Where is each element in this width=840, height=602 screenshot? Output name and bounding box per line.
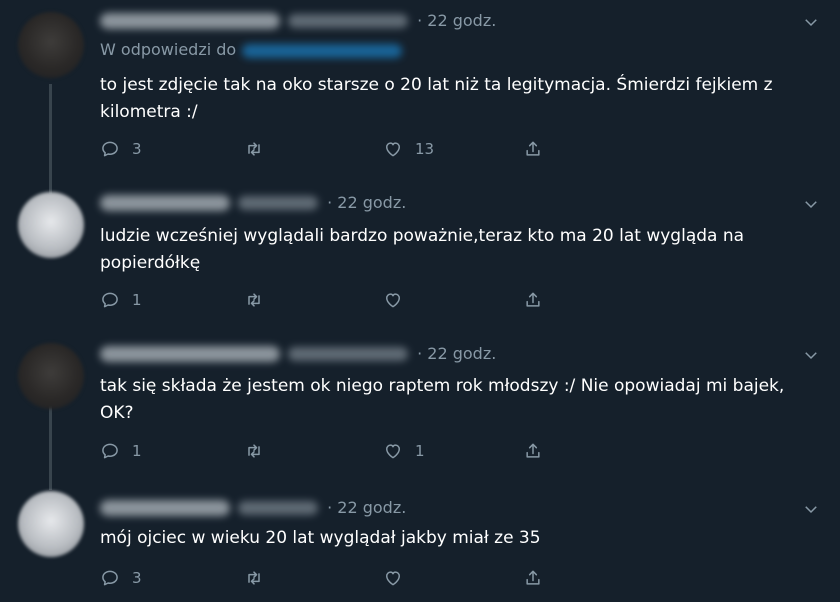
chevron-down-icon[interactable]: [802, 500, 820, 518]
author-name[interactable]: [100, 194, 230, 211]
author-handle[interactable]: [238, 500, 318, 515]
chevron-down-icon[interactable]: [802, 13, 820, 31]
reply-count: 1: [132, 291, 142, 309]
heart-icon: [386, 142, 400, 157]
author-name[interactable]: [100, 499, 230, 516]
tweet-time[interactable]: · 22 godz.: [327, 193, 406, 212]
tweet[interactable]: · 22 godz. tak się składa że jestem ok n…: [0, 335, 840, 485]
reply-count: 1: [132, 442, 142, 460]
tweet-text: ludzie wcześniej wyglądali bardzo poważn…: [100, 226, 745, 273]
like-button[interactable]: [383, 287, 415, 313]
share-button[interactable]: [523, 438, 543, 464]
share-button[interactable]: [523, 565, 543, 591]
avatar[interactable]: [18, 192, 84, 258]
tweet[interactable]: · 22 godz. ludzie wcześniej wyglądali ba…: [0, 180, 840, 335]
retweet-icon: [248, 142, 260, 156]
retweet-button[interactable]: [244, 136, 276, 162]
reply-icon: [102, 570, 118, 586]
tweet-time[interactable]: · 22 godz.: [417, 344, 496, 363]
reply-button[interactable]: 3: [100, 136, 142, 162]
avatar[interactable]: [18, 491, 84, 557]
retweet-icon: [248, 571, 260, 585]
retweet-icon: [248, 444, 260, 458]
share-icon: [526, 141, 540, 156]
reply-icon: [102, 292, 118, 308]
share-button[interactable]: [523, 136, 543, 162]
chevron-down-icon[interactable]: [802, 346, 820, 364]
tweet-text: tak się składa że jestem ok niego raptem…: [100, 376, 785, 423]
heart-icon: [386, 444, 400, 459]
avatar[interactable]: [18, 12, 84, 78]
reply-icon: [102, 443, 118, 459]
like-button[interactable]: 1: [383, 438, 425, 464]
author-name[interactable]: [100, 345, 280, 362]
share-icon: [526, 292, 540, 307]
author-handle[interactable]: [288, 346, 408, 361]
share-icon: [526, 570, 540, 585]
like-button[interactable]: 13: [383, 136, 434, 162]
tweet[interactable]: · 22 godz. mój ojciec w wieku 20 lat wyg…: [0, 485, 840, 602]
reply-context: W odpowiedzi do: [100, 40, 403, 59]
reply-button[interactable]: 1: [100, 287, 142, 313]
share-button[interactable]: [523, 287, 543, 313]
retweet-icon: [248, 293, 260, 307]
reply-count: 3: [132, 569, 142, 587]
share-icon: [526, 443, 540, 458]
avatar[interactable]: [18, 343, 84, 409]
reply-button[interactable]: 3: [100, 565, 142, 591]
tweet-text: mój ojciec w wieku 20 lat wyglądał jakby…: [100, 528, 541, 548]
retweet-button[interactable]: [244, 438, 276, 464]
tweet-time[interactable]: · 22 godz.: [417, 11, 496, 30]
reply-icon: [102, 141, 118, 157]
author-name[interactable]: [100, 12, 280, 29]
tweet-header: · 22 godz.: [100, 343, 496, 367]
reply-mention[interactable]: [242, 43, 403, 58]
tweet-header: · 22 godz.: [100, 10, 496, 34]
retweet-button[interactable]: [244, 565, 276, 591]
like-count: 13: [415, 140, 435, 158]
author-handle[interactable]: [238, 195, 318, 210]
heart-icon: [386, 571, 400, 586]
tweet-header: · 22 godz.: [100, 192, 406, 216]
author-handle[interactable]: [288, 13, 408, 28]
reply-button[interactable]: 1: [100, 438, 142, 464]
retweet-button[interactable]: [244, 287, 276, 313]
reply-prefix: W odpowiedzi do: [100, 40, 237, 59]
tweet-text: to jest zdjęcie tak na oko starsze o 20 …: [100, 75, 773, 122]
tweet[interactable]: · 22 godz. W odpowiedzi do to jest zdjęc…: [0, 0, 840, 180]
chevron-down-icon[interactable]: [802, 195, 820, 213]
like-button[interactable]: [383, 565, 415, 591]
heart-icon: [386, 293, 400, 308]
tweet-header: · 22 godz.: [100, 497, 406, 521]
reply-count: 3: [132, 140, 142, 158]
tweet-time[interactable]: · 22 godz.: [327, 498, 406, 517]
like-count: 1: [415, 442, 425, 460]
